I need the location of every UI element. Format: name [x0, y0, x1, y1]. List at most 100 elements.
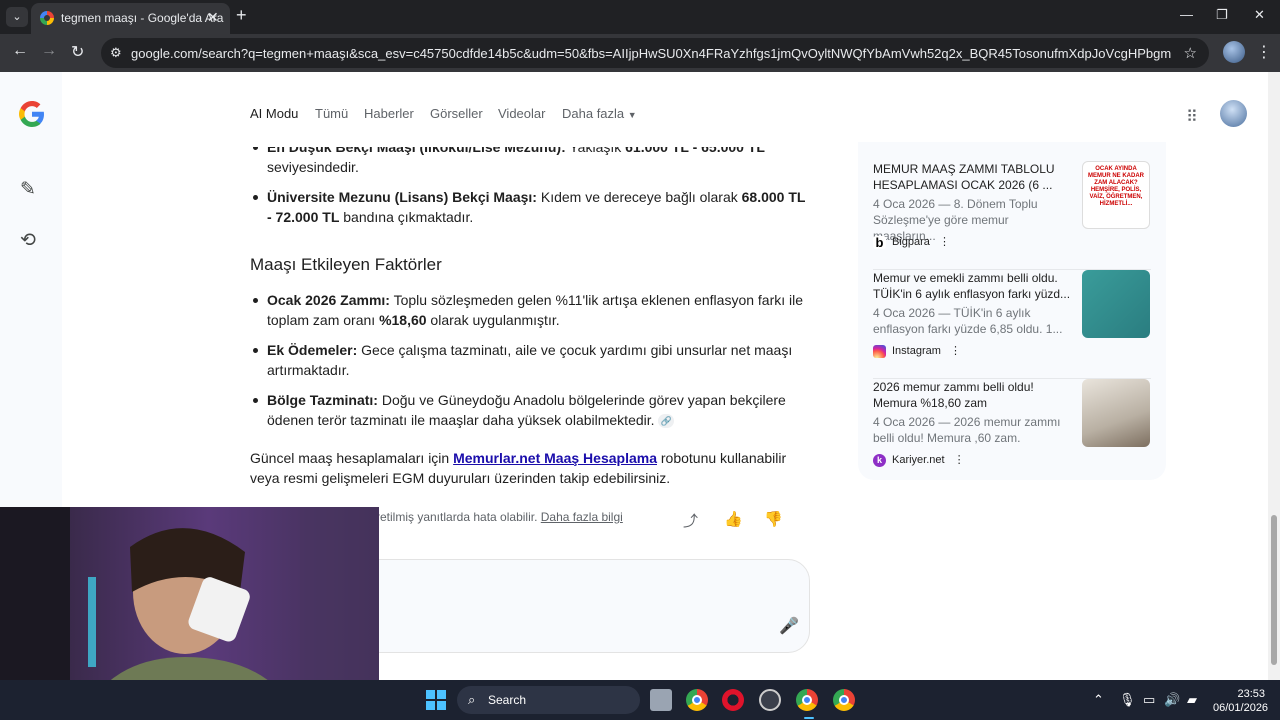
minimize-icon[interactable]: — — [1180, 7, 1193, 22]
tab-images[interactable]: Görseller — [430, 106, 483, 121]
more-options-icon[interactable]: ⋮ — [950, 345, 961, 357]
source-thumbnail[interactable]: OCAK AYINDA MEMUR NE KADAR ZAM ALACAK? H… — [1082, 161, 1150, 229]
restore-icon[interactable]: ❐ — [1216, 7, 1228, 23]
section-heading: Maaşı Etkileyen Faktörler — [250, 255, 442, 274]
thumbs-up-icon[interactable]: 👍 — [724, 510, 743, 528]
source-thumbnail[interactable] — [1082, 379, 1150, 447]
clock-date: 06/01/2026 — [1213, 702, 1269, 714]
site-info-icon[interactable]: ⚙ — [110, 45, 122, 61]
volume-icon[interactable]: 🔊 — [1164, 692, 1180, 708]
google-logo-icon[interactable] — [17, 99, 47, 137]
closing-text: Güncel maaş hesaplamaları için — [250, 450, 454, 466]
network-icon[interactable]: ▭ — [1143, 692, 1155, 708]
more-options-icon[interactable]: ⋮ — [939, 236, 950, 248]
tab-news[interactable]: Haberler — [364, 106, 414, 121]
tab-title: tegmen maaşı - Google'da Ara — [61, 11, 224, 25]
task-view-icon[interactable] — [650, 689, 672, 711]
instagram-logo-icon — [873, 344, 886, 358]
chrome-profile-app-icon[interactable] — [833, 689, 855, 711]
url-text[interactable]: google.com/search?q=tegmen+maaşı&sca_esv… — [131, 46, 1171, 61]
learn-more-link[interactable]: Daha fazla bilgi — [541, 510, 623, 524]
microphone-icon[interactable]: 🎤 — [779, 616, 799, 636]
new-tab-icon[interactable]: + — [236, 5, 247, 26]
source-site: Instagram — [892, 345, 941, 357]
more-options-icon[interactable]: ⋮ — [954, 454, 965, 466]
disclaimer-text: retilmiş yanıtlarda hata olabilir. — [376, 510, 538, 524]
source-title[interactable]: MEMUR MAAŞ ZAMMI TABLOLU HESAPLAMASI OCA… — [873, 161, 1073, 193]
kariyer-logo-icon: k — [873, 453, 886, 467]
sources-panel: MEMUR MAAŞ ZAMMI TABLOLU HESAPLAMASI OCA… — [858, 142, 1166, 480]
source-snippet: 4 Oca 2026 — 2026 memur zammı belli oldu… — [873, 415, 1061, 445]
back-icon[interactable]: ← — [12, 42, 28, 60]
profile-avatar[interactable] — [1223, 41, 1245, 63]
factors-list: Ocak 2026 Zammı: Toplu sözleşmeden gelen… — [250, 290, 810, 430]
active-indicator — [804, 717, 814, 719]
tab-ai-mode[interactable]: AI Modu — [250, 106, 298, 121]
bigpara-logo-icon: b — [873, 235, 886, 249]
chrome-app-icon[interactable] — [686, 689, 708, 711]
item-amount: %18,60 — [379, 312, 427, 328]
tab-close-icon[interactable]: ✕ — [207, 9, 219, 26]
scroll-thumb[interactable] — [1271, 515, 1277, 665]
item-label: Üniversite Mezunu (Lisans) Bekçi Maaşı: — [267, 189, 537, 205]
mic-tray-icon[interactable]: 🎙 — [1119, 692, 1136, 708]
ai-answer: En Düşük Bekçi Maaşı (İlkokul/Lise Mezun… — [250, 147, 810, 227]
taskbar-search-label: Search — [488, 693, 527, 707]
tab-all[interactable]: Tümü — [315, 106, 348, 121]
opera-app-icon[interactable] — [722, 689, 744, 711]
windows-start-icon[interactable] — [426, 690, 446, 710]
app-icon[interactable] — [759, 689, 781, 711]
source-title[interactable]: Memur ve emekli zammı belli oldu. TÜİK'i… — [873, 270, 1073, 302]
ai-disclaimer: retilmiş yanıtlarda hata olabilir. Daha … — [376, 510, 623, 524]
reload-icon[interactable]: ↻ — [71, 42, 84, 62]
source-site: Kariyer.net — [892, 454, 945, 466]
address-bar[interactable]: ⚙ google.com/search?q=tegmen+maaşı&sca_e… — [101, 38, 1209, 68]
source-footer: b Bigpara ⋮ — [873, 235, 950, 249]
citation-link-icon[interactable]: 🔗 — [658, 414, 675, 429]
bookmark-star-icon[interactable]: ☆ — [1184, 44, 1197, 62]
google-favicon-icon — [40, 11, 54, 25]
thumbnail-text: OCAK AYINDA MEMUR NE KADAR ZAM ALACAK? H… — [1088, 166, 1144, 207]
list-item: Bölge Tazminatı: Doğu ve Güneydoğu Anado… — [250, 390, 810, 430]
item-tail: bandına çıkmaktadır. — [339, 209, 474, 225]
close-window-icon[interactable]: ✕ — [1254, 7, 1265, 23]
item-label: Bölge Tazminatı: — [267, 392, 378, 408]
item-tail: olarak uygulanmıştır. — [426, 312, 560, 328]
taskbar-search[interactable]: ⌕ Search — [457, 686, 640, 714]
source-thumbnail[interactable] — [1082, 270, 1150, 338]
google-apps-icon[interactable]: ⠿ — [1186, 107, 1198, 127]
browser-tab[interactable]: tegmen maaşı - Google'da Ara ✕ — [31, 3, 230, 34]
item-tail: seviyesindedir. — [267, 159, 359, 175]
browser-toolbar: ← → ↻ ⚙ google.com/search?q=tegmen+maaşı… — [0, 34, 1280, 72]
share-icon[interactable]: ⤴ — [683, 510, 698, 531]
item-text: Yaklaşık — [565, 147, 626, 155]
list-item: En Düşük Bekçi Maaşı (İlkokul/Lise Mezun… — [250, 147, 810, 177]
browser-menu-icon[interactable]: ⋮ — [1256, 42, 1272, 62]
search-icon: ⌕ — [468, 692, 476, 707]
source-footer: Instagram ⋮ — [873, 344, 961, 358]
system-clock[interactable]: 23:53 06/01/2026 — [1213, 687, 1269, 715]
memurlar-link[interactable]: Memurlar.net Maaş Hesaplama — [453, 450, 657, 466]
item-amount: 61.000 TL - 65.000 TL — [625, 147, 765, 155]
page-scrollbar[interactable] — [1268, 72, 1280, 680]
tray-chevron-icon[interactable]: ⌃ — [1093, 692, 1104, 708]
browser-tab-strip: ⌄ tegmen maaşı - Google'da Ara ✕ + — ❐ ✕ — [0, 0, 1280, 34]
tab-search-button[interactable]: ⌄ — [6, 7, 28, 27]
tab-more[interactable]: Daha fazla ▼ — [562, 106, 637, 121]
tab-videos[interactable]: Videolar — [498, 106, 545, 121]
tab-more-label: Daha fazla — [562, 106, 625, 121]
closing-paragraph: Güncel maaş hesaplamaları için Memurlar.… — [250, 448, 810, 488]
battery-icon[interactable]: ▰ — [1187, 692, 1197, 708]
source-footer: k Kariyer.net ⋮ — [873, 453, 965, 467]
forward-icon[interactable]: → — [41, 42, 57, 60]
item-label: En Düşük Bekçi Maaşı (İlkokul/Lise Mezun… — [267, 147, 566, 155]
list-item: Ocak 2026 Zammı: Toplu sözleşmeden gelen… — [250, 290, 810, 330]
factors-block: Ocak 2026 Zammı: Toplu sözleşmeden gelen… — [250, 290, 810, 488]
thumbs-down-icon[interactable]: 👎 — [764, 510, 783, 528]
item-text: Kıdem ve dereceye bağlı olarak — [536, 189, 742, 205]
windows-taskbar: ⌕ Search ⌃ 🎙 ▭ 🔊 ▰ 23:53 06/01/2026 — [0, 680, 1280, 720]
account-avatar[interactable] — [1220, 100, 1247, 127]
chrome-active-app-icon[interactable] — [796, 689, 818, 711]
source-title[interactable]: 2026 memur zammı belli oldu! Memura %18,… — [873, 379, 1073, 411]
item-label: Ocak 2026 Zammı: — [267, 292, 390, 308]
